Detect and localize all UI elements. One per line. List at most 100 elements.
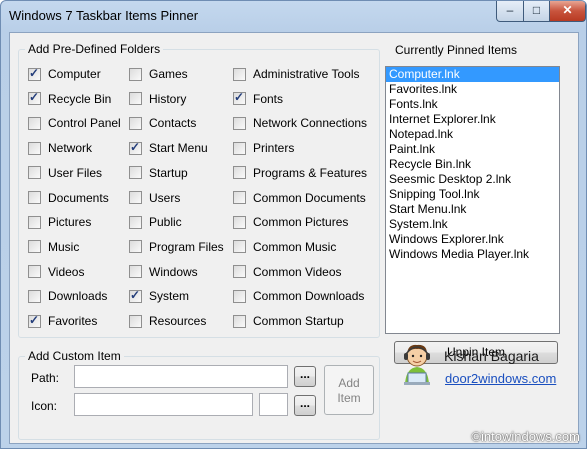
checkbox-common-pictures[interactable]: Common Pictures xyxy=(233,214,348,230)
checkbox-common-music[interactable]: Common Music xyxy=(233,239,336,255)
checkbox-control-panel[interactable]: Control Panel xyxy=(28,115,121,131)
checkbox-pictures[interactable]: Pictures xyxy=(28,214,91,230)
checkbox-resources[interactable]: Resources xyxy=(129,313,206,329)
author-website-link[interactable]: door2windows.com xyxy=(445,371,556,386)
checkbox-label: Common Documents xyxy=(253,190,366,205)
checkbox-common-videos[interactable]: Common Videos xyxy=(233,264,342,280)
checkbox-box[interactable] xyxy=(28,66,41,81)
checkbox-box[interactable] xyxy=(129,314,142,328)
checkbox-administrative-tools[interactable]: Administrative Tools xyxy=(233,66,360,82)
checkbox-games[interactable]: Games xyxy=(129,66,188,82)
checkbox-box[interactable] xyxy=(129,215,142,229)
minimize-button[interactable]: – xyxy=(496,1,524,22)
checkbox-network-connections[interactable]: Network Connections xyxy=(233,115,367,131)
checkbox-programs-and-features[interactable]: Programs & Features xyxy=(233,165,367,181)
maximize-button[interactable]: □ xyxy=(523,1,550,22)
add-item-button[interactable]: Add Item xyxy=(324,365,374,415)
checkbox-common-downloads[interactable]: Common Downloads xyxy=(233,288,364,304)
checkbox-box[interactable] xyxy=(129,116,142,130)
checkbox-common-startup[interactable]: Common Startup xyxy=(233,313,344,329)
checkbox-box[interactable] xyxy=(28,166,41,180)
checkbox-box[interactable] xyxy=(233,67,246,81)
checkbox-box[interactable] xyxy=(28,313,41,328)
checkbox-computer[interactable]: Computer xyxy=(28,66,101,82)
pinned-list-item[interactable]: Computer.lnk xyxy=(386,67,559,82)
icon-path-input[interactable] xyxy=(74,393,253,416)
checkbox-box[interactable] xyxy=(233,289,246,303)
checkbox-system[interactable]: System xyxy=(129,288,189,304)
checkbox-box[interactable] xyxy=(129,191,142,204)
checkbox-box[interactable] xyxy=(129,240,142,254)
checkbox-box[interactable] xyxy=(233,141,246,155)
checkbox-box[interactable] xyxy=(129,288,142,303)
checkbox-box[interactable] xyxy=(233,166,246,180)
checkbox-startup[interactable]: Startup xyxy=(129,165,188,181)
checkbox-box[interactable] xyxy=(28,90,41,106)
checkbox-box[interactable] xyxy=(233,215,246,229)
pinned-list-item[interactable]: Internet Explorer.lnk xyxy=(386,112,559,127)
pinned-list-item[interactable]: System.lnk xyxy=(386,217,559,232)
checkbox-windows[interactable]: Windows xyxy=(129,264,198,280)
checkbox-box[interactable] xyxy=(28,116,41,130)
checkbox-box[interactable] xyxy=(129,67,142,81)
checkbox-box[interactable] xyxy=(28,215,41,229)
pinned-list-item[interactable]: Seesmic Desktop 2.lnk xyxy=(386,172,559,187)
checkbox-box[interactable] xyxy=(129,140,142,155)
checkbox-label: Program Files xyxy=(149,239,224,254)
checkbox-label: Common Startup xyxy=(253,314,344,328)
checkbox-start-menu[interactable]: Start Menu xyxy=(129,140,208,156)
checkbox-box[interactable] xyxy=(233,265,246,279)
checkbox-recycle-bin[interactable]: Recycle Bin xyxy=(28,90,111,107)
checkbox-box[interactable] xyxy=(28,289,41,303)
checkbox-program-files[interactable]: Program Files xyxy=(129,239,224,255)
checkbox-box[interactable] xyxy=(28,191,41,204)
checkbox-videos[interactable]: Videos xyxy=(28,264,84,280)
checkbox-public[interactable]: Public xyxy=(129,214,182,230)
checkbox-user-files[interactable]: User Files xyxy=(28,165,102,181)
checkbox-network[interactable]: Network xyxy=(28,140,92,156)
checkbox-downloads[interactable]: Downloads xyxy=(28,288,107,304)
icon-index-input[interactable] xyxy=(259,393,288,416)
checkbox-box[interactable] xyxy=(129,265,142,279)
pinned-list-item[interactable]: Favorites.lnk xyxy=(386,82,559,97)
checkbox-favorites[interactable]: Favorites xyxy=(28,313,97,329)
pinned-list-item[interactable]: Recycle Bin.lnk xyxy=(386,157,559,172)
checkbox-box[interactable] xyxy=(233,191,246,204)
pinned-list-item[interactable]: Paint.lnk xyxy=(386,142,559,157)
close-button[interactable]: ✕ xyxy=(549,1,586,22)
checkbox-label: Start Menu xyxy=(149,141,208,156)
pinned-list-item[interactable]: Windows Explorer.lnk xyxy=(386,232,559,247)
checkbox-users[interactable]: Users xyxy=(129,190,180,206)
checkbox-box[interactable] xyxy=(129,166,142,180)
pinned-list-item[interactable]: Notepad.lnk xyxy=(386,127,559,142)
checkbox-contacts[interactable]: Contacts xyxy=(129,115,196,131)
checkbox-common-documents[interactable]: Common Documents xyxy=(233,190,366,206)
icon-browse-button[interactable]: ... xyxy=(294,395,316,416)
checkbox-box[interactable] xyxy=(28,265,41,279)
pinned-items-listbox[interactable]: Computer.lnk Favorites.lnk Fonts.lnk Intern… xyxy=(385,66,560,334)
checkbox-box[interactable] xyxy=(129,92,142,106)
checkbox-box[interactable] xyxy=(233,240,246,254)
checkbox-box[interactable] xyxy=(233,116,246,130)
pinned-list-item[interactable]: Snipping Tool.lnk xyxy=(386,187,559,202)
checkbox-label: Fonts xyxy=(253,91,284,106)
path-input[interactable] xyxy=(74,365,288,388)
path-browse-button[interactable]: ... xyxy=(294,366,316,387)
checkbox-box[interactable] xyxy=(28,141,41,155)
checkbox-documents[interactable]: Documents xyxy=(28,190,109,206)
app-window: Windows 7 Taskbar Items Pinner – □ ✕ Add… xyxy=(0,0,587,449)
checkbox-music[interactable]: Music xyxy=(28,239,79,255)
checkbox-box[interactable] xyxy=(28,240,41,254)
checkbox-history[interactable]: History xyxy=(129,91,186,107)
pinned-list-item[interactable]: Fonts.lnk xyxy=(386,97,559,112)
checkbox-label: Windows xyxy=(149,264,198,279)
checkbox-fonts[interactable]: Fonts xyxy=(233,90,284,107)
author-avatar-icon xyxy=(404,344,430,385)
add-item-label-line2: Item xyxy=(337,391,361,405)
pinned-list-item[interactable]: Windows Media Player.lnk xyxy=(386,247,559,262)
checkbox-printers[interactable]: Printers xyxy=(233,140,294,156)
title-bar[interactable]: Windows 7 Taskbar Items Pinner – □ ✕ xyxy=(1,1,586,31)
checkbox-box[interactable] xyxy=(233,90,246,106)
checkbox-box[interactable] xyxy=(233,314,246,328)
pinned-list-item[interactable]: Start Menu.lnk xyxy=(386,202,559,217)
